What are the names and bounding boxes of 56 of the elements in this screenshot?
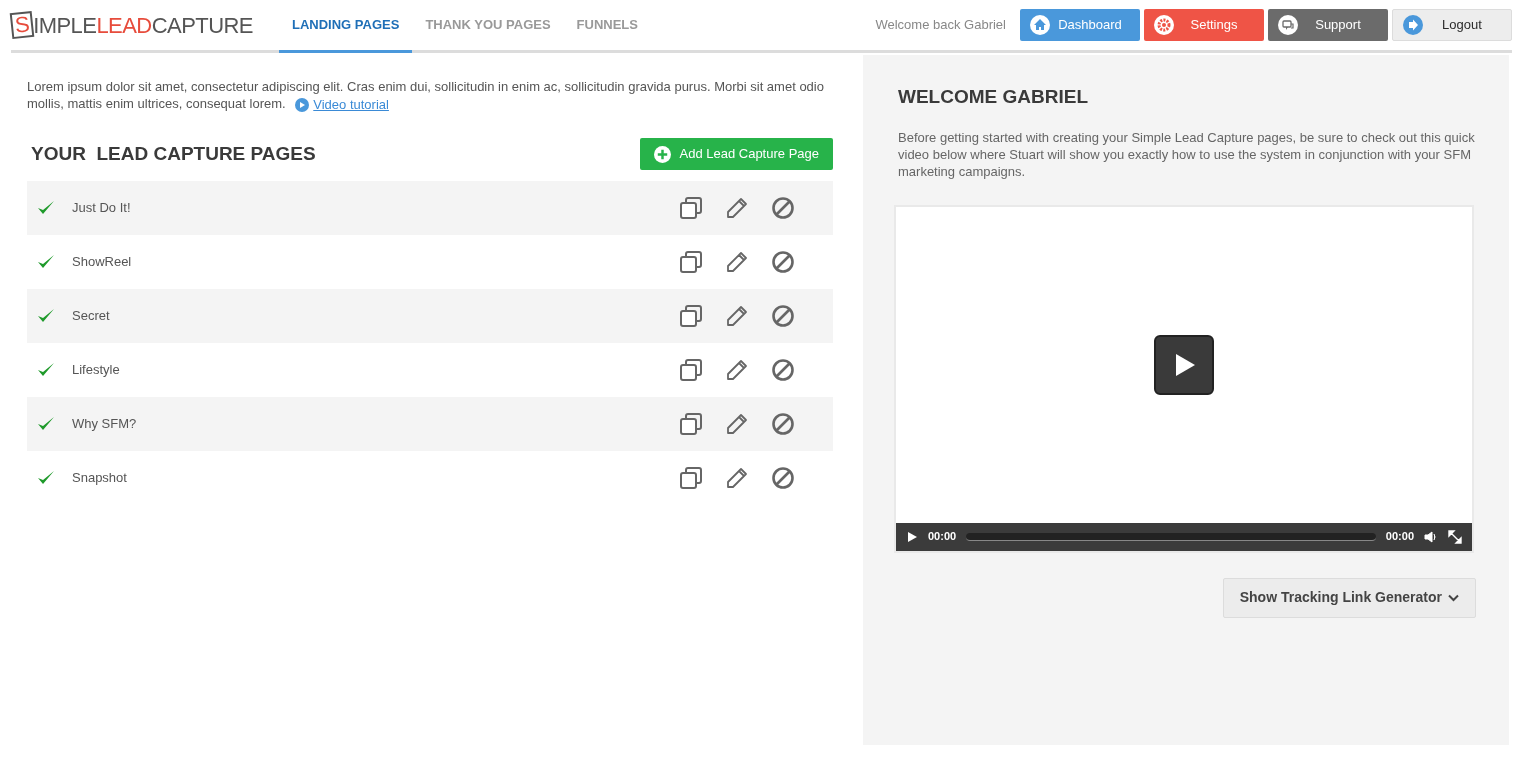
block-icon[interactable] (771, 250, 795, 275)
settings-button[interactable]: Settings (1144, 9, 1264, 41)
panel-title: WELCOME GABRIEL (898, 85, 1089, 109)
copy-icon[interactable] (679, 358, 703, 383)
pencil-icon[interactable] (725, 412, 749, 437)
block-icon[interactable] (771, 358, 795, 383)
dashboard-button[interactable]: Dashboard (1020, 9, 1140, 41)
block-icon[interactable] (771, 196, 795, 221)
logo-text: LEAD (96, 11, 152, 40)
panel-paragraph: Before getting started with creating your Simple Lead Capture pages, be sure to check out this quick video below where Stuart will show you exactly how to use the system in conjunction with your SFM marketing campaigns. (898, 128, 1476, 180)
gear-icon (1154, 15, 1174, 35)
pencil-icon[interactable] (725, 358, 749, 383)
logo-initial: S (9, 10, 35, 40)
copy-icon[interactable] (679, 466, 703, 491)
play-button[interactable] (1154, 334, 1214, 395)
plus-icon (653, 145, 671, 163)
chat-icon (1278, 15, 1298, 35)
page-name: Just Do It! (72, 199, 132, 218)
nav-tab[interactable]: THANK YOU PAGES (412, 0, 564, 53)
add-page-button[interactable]: Add Lead Capture Page (639, 138, 833, 171)
duration: 00:00 (1385, 529, 1414, 545)
pencil-icon[interactable] (725, 196, 749, 221)
page-name: Secret (72, 307, 111, 326)
welcome-text: Welcome back Gabriel (875, 16, 1006, 35)
copy-icon[interactable] (679, 412, 703, 437)
tracking-link-button[interactable]: Show Tracking Link Generator (1222, 577, 1476, 618)
copy-icon[interactable] (679, 196, 703, 221)
home-icon (1030, 15, 1050, 35)
volume-icon[interactable] (1424, 529, 1438, 544)
page-name: ShowReel (72, 253, 133, 272)
play-icon (295, 97, 310, 112)
fullscreen-icon[interactable] (1448, 529, 1462, 544)
block-icon[interactable] (771, 412, 795, 437)
video-link[interactable]: Video tutorial (313, 96, 389, 114)
block-icon[interactable] (771, 304, 795, 329)
nav-tab[interactable]: LANDING PAGES (279, 0, 413, 53)
current-time: 00:00 (928, 529, 957, 545)
section-title: YOUR LEAD CAPTURE PAGES (31, 141, 316, 166)
logo-text: IMPLE (33, 11, 97, 40)
logout-button[interactable]: Logout (1392, 9, 1512, 41)
pencil-icon[interactable] (725, 304, 749, 329)
copy-icon[interactable] (679, 250, 703, 275)
intro-paragraph: Lorem ipsum dolor sit amet, consectetur adipiscing elit. Cras enim dui, sollicitudin in enim ac, sollicitudin gravida purus. Morbi sit amet odio mollis, mattis enim ultrices, consequat lorem. Video tutorial (27, 78, 825, 114)
page-name: Snapshot (72, 469, 128, 488)
logo-text: CAPTURE (151, 11, 253, 40)
support-button[interactable]: Support (1268, 9, 1388, 41)
progress-track[interactable] (966, 532, 1376, 541)
pencil-icon[interactable] (725, 250, 749, 275)
block-icon[interactable] (771, 466, 795, 491)
nav-tab[interactable]: FUNNELS (563, 0, 651, 53)
page-name: Lifestyle (72, 361, 121, 380)
pencil-icon[interactable] (725, 466, 749, 491)
copy-icon[interactable] (679, 304, 703, 329)
play-icon[interactable] (906, 530, 918, 543)
chevron-down-icon (1448, 593, 1459, 602)
page-name: Why SFM? (72, 415, 138, 434)
